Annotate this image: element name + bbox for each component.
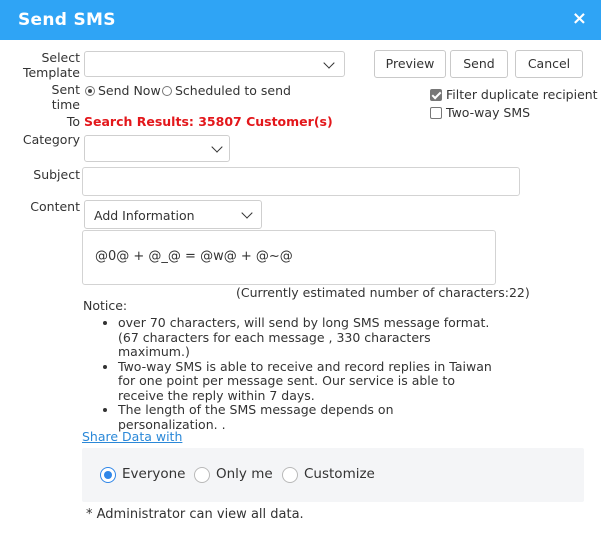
subject-input[interactable] <box>82 167 520 196</box>
category-select[interactable] <box>84 135 230 162</box>
preview-button[interactable]: Preview <box>374 50 446 78</box>
dialog-titlebar: Send SMS × <box>0 0 601 40</box>
close-icon[interactable]: × <box>572 9 587 29</box>
content-label: Content <box>30 199 80 214</box>
select-template-label: Select Template <box>8 50 80 80</box>
notice-item: Two-way SMS is able to receive and recor… <box>118 359 492 404</box>
template-select[interactable] <box>84 51 345 77</box>
add-information-label: Add Information <box>94 208 195 223</box>
subject-label: Subject <box>33 167 80 182</box>
share-everyone-radio[interactable] <box>100 467 116 483</box>
content-message: @0@ + @_@ = @w@ + @~@ <box>95 249 293 264</box>
scheduled-label: Scheduled to send <box>175 83 291 98</box>
sent-time-label-line1: Sent <box>51 82 80 97</box>
cancel-button[interactable]: Cancel <box>515 50 583 78</box>
send-now-label: Send Now <box>98 83 161 98</box>
sent-time-label-line2: time <box>51 97 80 112</box>
send-now-radio[interactable] <box>85 86 95 96</box>
category-label: Category <box>22 132 80 147</box>
filter-duplicate-label: Filter duplicate recipient <box>446 87 598 102</box>
search-results-text: Search Results: 35807 Customer(s) <box>84 114 333 129</box>
to-label: To <box>66 114 80 129</box>
filter-duplicate-checkbox[interactable] <box>430 89 442 101</box>
share-everyone-label: Everyone <box>122 466 186 482</box>
select-template-label-line2: Template <box>22 65 80 80</box>
admin-footnote: * Administrator can view all data. <box>86 507 304 522</box>
chevron-down-icon <box>241 207 253 219</box>
send-button[interactable]: Send <box>450 50 508 78</box>
dialog-title: Send SMS <box>18 10 116 30</box>
character-count: (Currently estimated number of character… <box>236 285 530 300</box>
share-data-link[interactable]: Share Data with <box>82 429 182 444</box>
two-way-sms-label: Two-way SMS <box>446 105 531 120</box>
share-only-me-radio[interactable] <box>194 467 210 483</box>
notice-item: over 70 characters, will send by long SM… <box>118 315 492 360</box>
share-only-me-label: Only me <box>216 466 273 482</box>
two-way-sms-checkbox[interactable] <box>430 107 442 119</box>
share-options-panel: Everyone Only me Customize <box>82 448 584 502</box>
notice-list: over 70 characters, will send by long SM… <box>82 315 492 432</box>
notice-title: Notice: <box>83 298 128 313</box>
share-customize-label: Customize <box>304 466 375 482</box>
chevron-down-icon <box>211 141 223 153</box>
sent-time-label: Sent time <box>8 82 80 112</box>
notice-item: The length of the SMS message depends on… <box>118 402 492 432</box>
add-information-select[interactable]: Add Information <box>84 200 262 229</box>
select-template-label-line1: Select <box>41 50 80 65</box>
share-customize-radio[interactable] <box>282 467 298 483</box>
content-textarea[interactable]: @0@ + @_@ = @w@ + @~@ <box>82 230 496 285</box>
chevron-down-icon <box>323 57 335 69</box>
scheduled-radio[interactable] <box>162 86 172 96</box>
send-sms-dialog: Send SMS × Select Template Preview Send … <box>0 0 601 534</box>
